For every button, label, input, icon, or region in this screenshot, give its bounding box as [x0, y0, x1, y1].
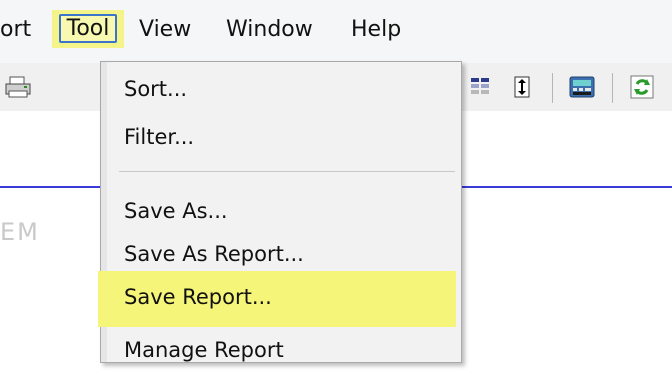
- tool-menu-dropdown: Sort... Filter... Save As... Save As Rep…: [98, 61, 462, 363]
- menu-item-sort[interactable]: Sort...: [101, 69, 461, 113]
- fit-height-icon[interactable]: [508, 73, 536, 101]
- background-text: EM: [0, 218, 40, 246]
- menu-separator: [119, 171, 455, 172]
- menu-report[interactable]: ort: [0, 14, 31, 46]
- grid-icon[interactable]: [466, 73, 494, 101]
- menu-item-manage-report[interactable]: Manage Report: [101, 330, 461, 374]
- menu-item-label: Save As Report...: [124, 242, 304, 266]
- menu-item-save-as[interactable]: Save As...: [101, 191, 461, 235]
- menu-item-label: Sort...: [124, 77, 188, 101]
- menu-item-filter[interactable]: Filter...: [101, 117, 461, 161]
- menu-item-save-report[interactable]: Save Report...: [98, 271, 456, 327]
- menu-tool-label: Tool: [59, 14, 117, 43]
- menu-view[interactable]: View: [139, 14, 191, 46]
- menu-bar: ort Tool View Window Help: [0, 0, 672, 63]
- menu-item-label: Save As...: [124, 199, 228, 223]
- menu-tool[interactable]: Tool: [52, 10, 124, 48]
- menu-item-label: Filter...: [124, 125, 195, 149]
- menu-help[interactable]: Help: [351, 14, 401, 46]
- print-icon[interactable]: [4, 73, 32, 101]
- calculator-icon[interactable]: [568, 73, 596, 101]
- menu-window[interactable]: Window: [226, 14, 313, 46]
- menu-item-label: Manage Report: [124, 338, 284, 362]
- toolbar-separator: [552, 73, 553, 103]
- menu-item-label: Save Report...: [124, 285, 272, 309]
- toolbar-separator: [612, 73, 613, 103]
- refresh-icon[interactable]: [628, 73, 656, 101]
